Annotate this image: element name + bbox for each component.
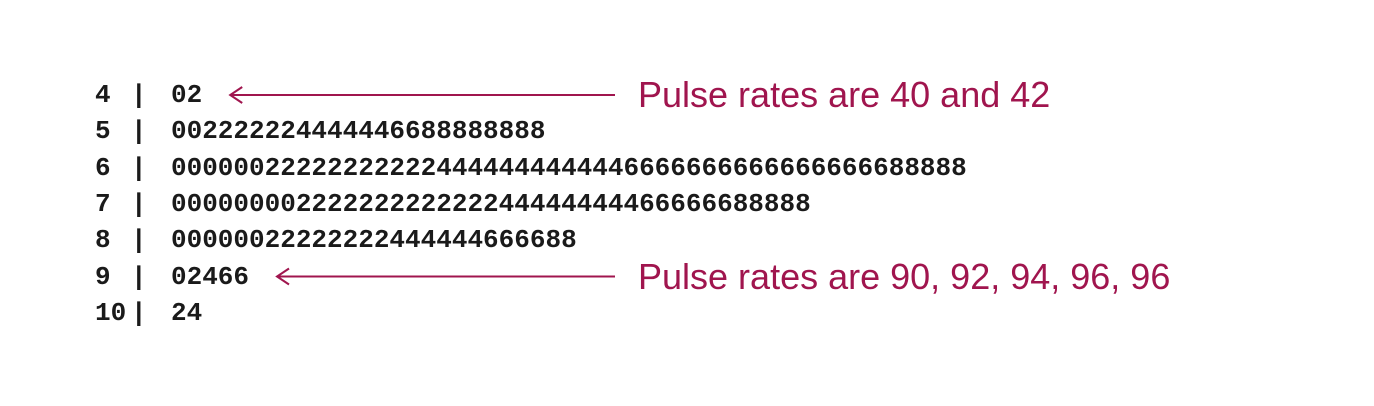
leaf-values: 002222224444446688888888: [171, 116, 546, 147]
stem-value: 8: [95, 225, 111, 256]
leaf-values: 24: [171, 297, 203, 328]
annotation-label: Pulse rates are 40 and 42: [638, 74, 1051, 115]
stem-row: 8 | 00000022222222444444666688: [95, 222, 577, 258]
leaf-values: 0000002222222222244444444444466666666666…: [171, 152, 967, 183]
stem-value: 10: [95, 297, 127, 328]
stem-row: 7 | 00000000222222222222244444444466666688…: [95, 186, 811, 222]
stem-divider: |: [131, 297, 147, 328]
leaf-values: 02: [171, 80, 203, 110]
stem-value: 6: [95, 152, 111, 183]
stem-divider: |: [131, 116, 147, 147]
stem-value: 9: [95, 261, 111, 292]
leaf-values: 0000000022222222222224444444446666668888…: [171, 188, 811, 219]
stem-row: 4 | 02: [95, 77, 202, 113]
stem-divider: |: [131, 225, 147, 256]
annotation-label: Pulse rates are 90, 92, 94, 96, 96: [638, 255, 1171, 297]
stem-row: 9 | 02466: [95, 259, 249, 295]
stem-value: 5: [95, 116, 111, 147]
leaf-values: 00000022222222444444666688: [171, 225, 577, 256]
stem-value: 4: [95, 80, 111, 110]
stem-divider: |: [131, 188, 147, 219]
stem-row: 5 | 002222224444446688888888: [95, 113, 545, 149]
stem-value: 7: [95, 188, 111, 219]
leaf-values: 02466: [171, 261, 250, 292]
stem-and-leaf-plot: 4 | 02 5 | 002222224444446688888888 6 | 00000022…: [0, 0, 1374, 406]
stem-divider: |: [131, 80, 147, 110]
stem-divider: |: [131, 261, 147, 292]
stem-divider: |: [131, 152, 147, 183]
stem-row: 6 | 00000022222222222444444444444666666666…: [95, 150, 967, 186]
stem-row: 10 | 24: [95, 295, 202, 331]
